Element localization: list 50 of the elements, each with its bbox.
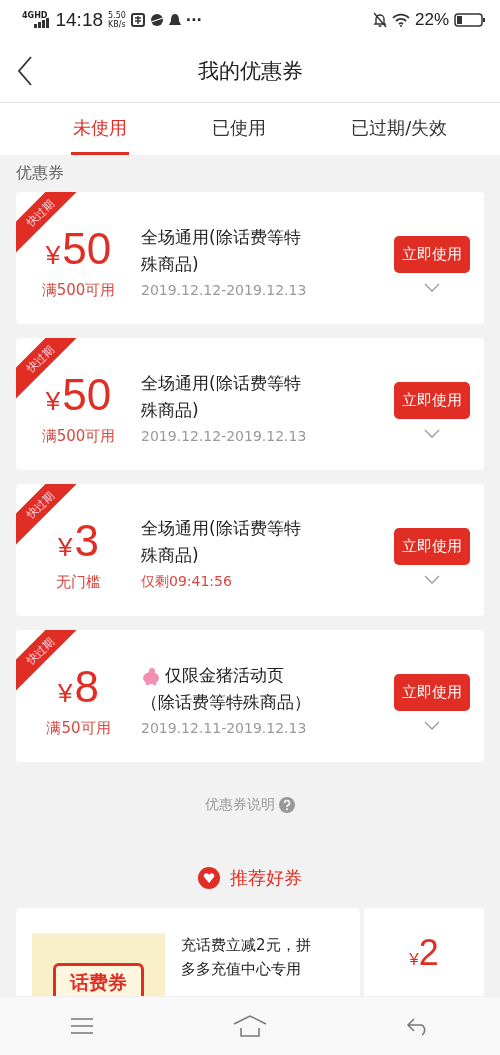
use-now-button[interactable]: 立即使用 bbox=[394, 528, 470, 565]
coupon-validity: 仅剩09:41:56 bbox=[141, 573, 233, 591]
tab[interactable]: 已使用 bbox=[209, 103, 268, 155]
expand-chevron-icon[interactable] bbox=[424, 721, 440, 730]
coupon-title: 全场通用(除话费等特 殊商品) bbox=[141, 517, 302, 567]
wifi-icon bbox=[391, 13, 410, 27]
coupon-amount: ¥8 bbox=[58, 662, 99, 713]
expand-chevron-icon[interactable] bbox=[424, 575, 440, 584]
network-speed: 5.50 KB/s bbox=[108, 11, 126, 29]
tab[interactable]: 已过期/失效 bbox=[349, 103, 450, 155]
app-notification-icon bbox=[130, 13, 145, 27]
recommend-title: 推荐好券 bbox=[230, 866, 302, 890]
use-now-button[interactable]: 立即使用 bbox=[394, 236, 470, 273]
coupon-condition: 无门槛 bbox=[56, 572, 101, 592]
planet-icon bbox=[149, 13, 164, 27]
menu-icon[interactable] bbox=[69, 1017, 94, 1035]
coupon-title: 仅限金猪活动页 （除话费等特殊商品） bbox=[141, 664, 312, 714]
home-icon[interactable] bbox=[233, 1015, 267, 1037]
section-title: 优惠券 bbox=[15, 162, 65, 184]
expand-chevron-icon[interactable] bbox=[424, 429, 440, 438]
expand-chevron-icon[interactable] bbox=[424, 283, 440, 292]
clock-time: 14:18 bbox=[55, 9, 103, 31]
more-notifications: ··· bbox=[185, 12, 202, 28]
coupon-amount: ¥50 bbox=[45, 370, 112, 421]
heart-badge-icon bbox=[198, 867, 220, 889]
piggy-bank-icon bbox=[141, 666, 161, 685]
signal-icon bbox=[34, 18, 51, 28]
coupon-validity: 2019.12.11-2019.12.13 bbox=[141, 720, 308, 736]
use-now-button[interactable]: 立即使用 bbox=[394, 382, 470, 419]
coupon-validity: 2019.12.12-2019.12.13 bbox=[141, 282, 308, 298]
coupon-title: 全场通用(除话费等特 殊商品) bbox=[141, 226, 302, 276]
coupon-info-link[interactable]: 优惠券说明 bbox=[205, 796, 275, 814]
back-button[interactable] bbox=[18, 56, 32, 86]
coupon-amount: ¥3 bbox=[58, 516, 99, 567]
help-icon[interactable] bbox=[279, 797, 295, 813]
recommend-description: 充话费立减2元，拼多多充值中心专用 bbox=[181, 935, 312, 980]
coupon-condition: 满50可用 bbox=[46, 718, 111, 738]
page-title: 我的优惠券 bbox=[197, 58, 303, 85]
battery-icon bbox=[454, 13, 486, 27]
use-now-button[interactable]: 立即使用 bbox=[394, 674, 470, 711]
recommend-amount: ¥2 bbox=[409, 932, 439, 974]
bell-muted-icon bbox=[372, 12, 387, 28]
coupon-condition: 满500可用 bbox=[41, 426, 116, 446]
coupon-title: 全场通用(除话费等特 殊商品) bbox=[141, 372, 302, 422]
tab[interactable]: 未使用 bbox=[70, 103, 129, 155]
coupon-condition: 满500可用 bbox=[41, 280, 116, 300]
network-label: 4GHD bbox=[22, 10, 48, 20]
coupon-validity: 2019.12.12-2019.12.13 bbox=[141, 428, 308, 444]
battery-percent: 22% bbox=[414, 10, 449, 30]
coupon-amount: ¥50 bbox=[45, 224, 112, 275]
